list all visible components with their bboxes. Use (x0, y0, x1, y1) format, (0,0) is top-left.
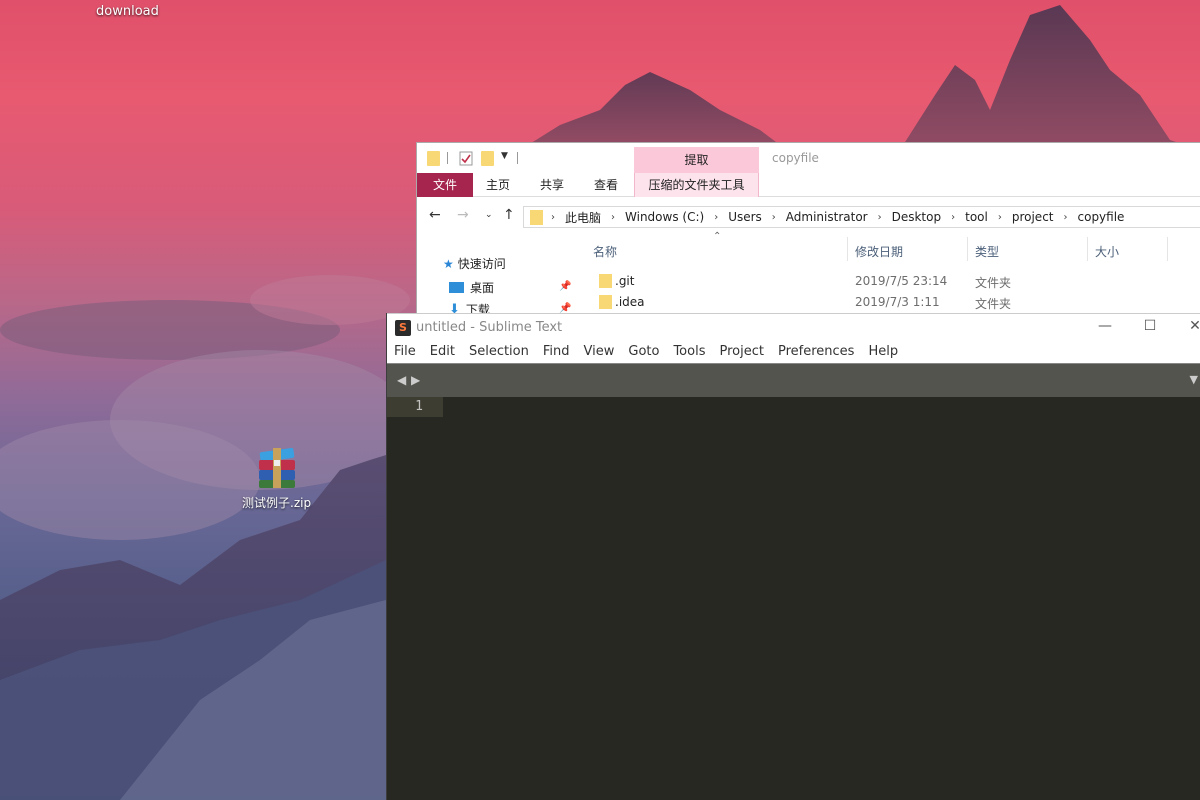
tab-file[interactable]: 文件 (417, 173, 473, 197)
column-header-type[interactable]: 类型 (975, 243, 999, 260)
window-title: untitled - Sublime Text (416, 320, 563, 335)
explorer-title-bar: ▼ 提取 copyfile (417, 143, 1200, 173)
address-bar[interactable]: › 此电脑 › Windows (C:) › Users › Administr… (523, 206, 1200, 228)
file-explorer-window[interactable]: ▼ 提取 copyfile 文件 主页 共享 查看 压缩的文件夹工具 ← → ⌄… (416, 142, 1200, 314)
tab-bar: ◀ ▶ ▼ (387, 363, 1200, 397)
chevron-right-icon[interactable]: › (551, 212, 555, 223)
navigation-pane: ★ 快速访问 桌面 📌 ⬇ 下载 📌 (417, 239, 577, 314)
minimize-button[interactable]: — (1095, 318, 1115, 334)
maximize-button[interactable]: ☐ (1140, 318, 1160, 334)
file-type: 文件夹 (975, 297, 1012, 311)
table-row[interactable]: .idea 2019/7/3 1:11 文件夹 (579, 292, 1200, 312)
tab-home[interactable]: 主页 (479, 173, 517, 197)
sublime-logo-icon: S (395, 320, 411, 336)
up-arrow-icon[interactable]: ↑ (503, 207, 515, 223)
new-folder-icon[interactable] (481, 151, 494, 166)
menu-help[interactable]: Help (861, 341, 905, 363)
tab-share[interactable]: 共享 (533, 173, 571, 197)
desktop-icon-zip-label[interactable]: 测试例子.zip (242, 494, 311, 511)
breadcrumb-c-drive[interactable]: Windows (C:) (625, 210, 704, 224)
file-date: 2019/7/3 1:11 (855, 295, 940, 309)
breadcrumb-copyfile[interactable]: copyfile (1078, 210, 1125, 224)
column-header-date[interactable]: 修改日期 (855, 243, 903, 260)
nav-item-quick-access[interactable]: ★ 快速访问 (443, 255, 506, 272)
file-list: ⌃ 名称 修改日期 类型 大小 .git 2019/7/5 23:14 文件夹 … (579, 231, 1200, 313)
tab-compressed-folder-tools[interactable]: 压缩的文件夹工具 (634, 173, 759, 197)
table-row[interactable]: .git 2019/7/5 23:14 文件夹 (579, 271, 1200, 291)
context-tab-extract[interactable]: 提取 (634, 147, 759, 173)
quick-access-dropdown-icon[interactable]: ▼ (501, 151, 508, 161)
current-line-highlight: 1 (387, 397, 443, 417)
breadcrumb-administrator[interactable]: Administrator (786, 210, 868, 224)
recent-dropdown-icon[interactable]: ⌄ (485, 210, 493, 220)
close-button[interactable]: ✕ (1185, 318, 1200, 334)
chevron-right-icon[interactable]: › (878, 212, 882, 223)
chevron-right-icon[interactable]: › (1064, 212, 1068, 223)
breadcrumb-this-pc[interactable]: 此电脑 (565, 209, 601, 226)
folder-icon (599, 295, 612, 309)
menu-goto[interactable]: Goto (621, 341, 666, 363)
ribbon-tabs: 文件 主页 共享 查看 压缩的文件夹工具 (417, 173, 1200, 197)
breadcrumb-project[interactable]: project (1012, 210, 1054, 224)
column-header-size[interactable]: 大小 (1095, 243, 1119, 260)
menu-preferences[interactable]: Preferences (771, 341, 861, 363)
back-arrow-icon[interactable]: ← (429, 207, 441, 223)
winrar-archive-icon[interactable] (254, 446, 300, 490)
folder-icon (427, 151, 440, 166)
menu-tools[interactable]: Tools (666, 341, 712, 363)
pin-icon[interactable]: 📌 (559, 281, 571, 292)
menu-find[interactable]: Find (536, 341, 577, 363)
sublime-title-bar[interactable]: S untitled - Sublime Text — ☐ ✕ (387, 313, 1200, 341)
folder-icon (530, 209, 543, 225)
star-icon: ★ (443, 256, 454, 271)
chevron-right-icon[interactable]: › (714, 212, 718, 223)
chevron-right-icon[interactable]: › (951, 212, 955, 223)
file-type: 文件夹 (975, 276, 1012, 290)
menu-bar: File Edit Selection Find View Goto Tools… (387, 341, 1200, 363)
tab-scroll-right-icon[interactable]: ▶ (411, 373, 420, 387)
window-title: copyfile (772, 151, 819, 165)
tab-list-dropdown-icon[interactable]: ▼ (1190, 373, 1198, 386)
breadcrumb-tool[interactable]: tool (965, 210, 988, 224)
nav-item-label: 桌面 (470, 281, 495, 295)
forward-arrow-icon[interactable]: → (457, 207, 469, 223)
menu-edit[interactable]: Edit (423, 341, 462, 363)
column-divider[interactable] (1087, 237, 1088, 261)
chevron-right-icon[interactable]: › (772, 212, 776, 223)
menu-project[interactable]: Project (712, 341, 770, 363)
editor-area[interactable]: 1 (387, 397, 1200, 800)
address-row: ← → ⌄ ↑ › 此电脑 › Windows (C:) › Users › A… (417, 203, 1200, 231)
folder-icon (599, 274, 612, 288)
column-divider[interactable] (967, 237, 968, 261)
line-number: 1 (415, 399, 423, 414)
nav-item-label: 快速访问 (457, 257, 506, 271)
sublime-text-window[interactable]: S untitled - Sublime Text — ☐ ✕ File Edi… (386, 313, 1200, 800)
file-date: 2019/7/5 23:14 (855, 274, 948, 288)
desktop-icon-download-label[interactable]: download (96, 4, 159, 19)
breadcrumb-desktop[interactable]: Desktop (892, 210, 942, 224)
menu-selection[interactable]: Selection (462, 341, 536, 363)
separator (517, 152, 518, 164)
column-divider[interactable] (1167, 237, 1168, 261)
chevron-right-icon[interactable]: › (998, 212, 1002, 223)
menu-file[interactable]: File (387, 341, 423, 363)
tab-scroll-left-icon[interactable]: ◀ (397, 373, 406, 387)
file-name: .idea (615, 295, 645, 309)
menu-view[interactable]: View (577, 341, 622, 363)
desktop-icon (449, 282, 464, 293)
chevron-right-icon[interactable]: › (611, 212, 615, 223)
breadcrumb-users[interactable]: Users (728, 210, 762, 224)
properties-icon[interactable] (459, 151, 473, 166)
column-header-name[interactable]: 名称 (593, 243, 617, 260)
separator (447, 152, 448, 164)
sort-up-icon[interactable]: ⌃ (713, 231, 721, 242)
tab-view[interactable]: 查看 (587, 173, 625, 197)
column-divider[interactable] (847, 237, 848, 261)
nav-item-desktop[interactable]: 桌面 (449, 279, 494, 296)
file-name: .git (615, 274, 635, 288)
